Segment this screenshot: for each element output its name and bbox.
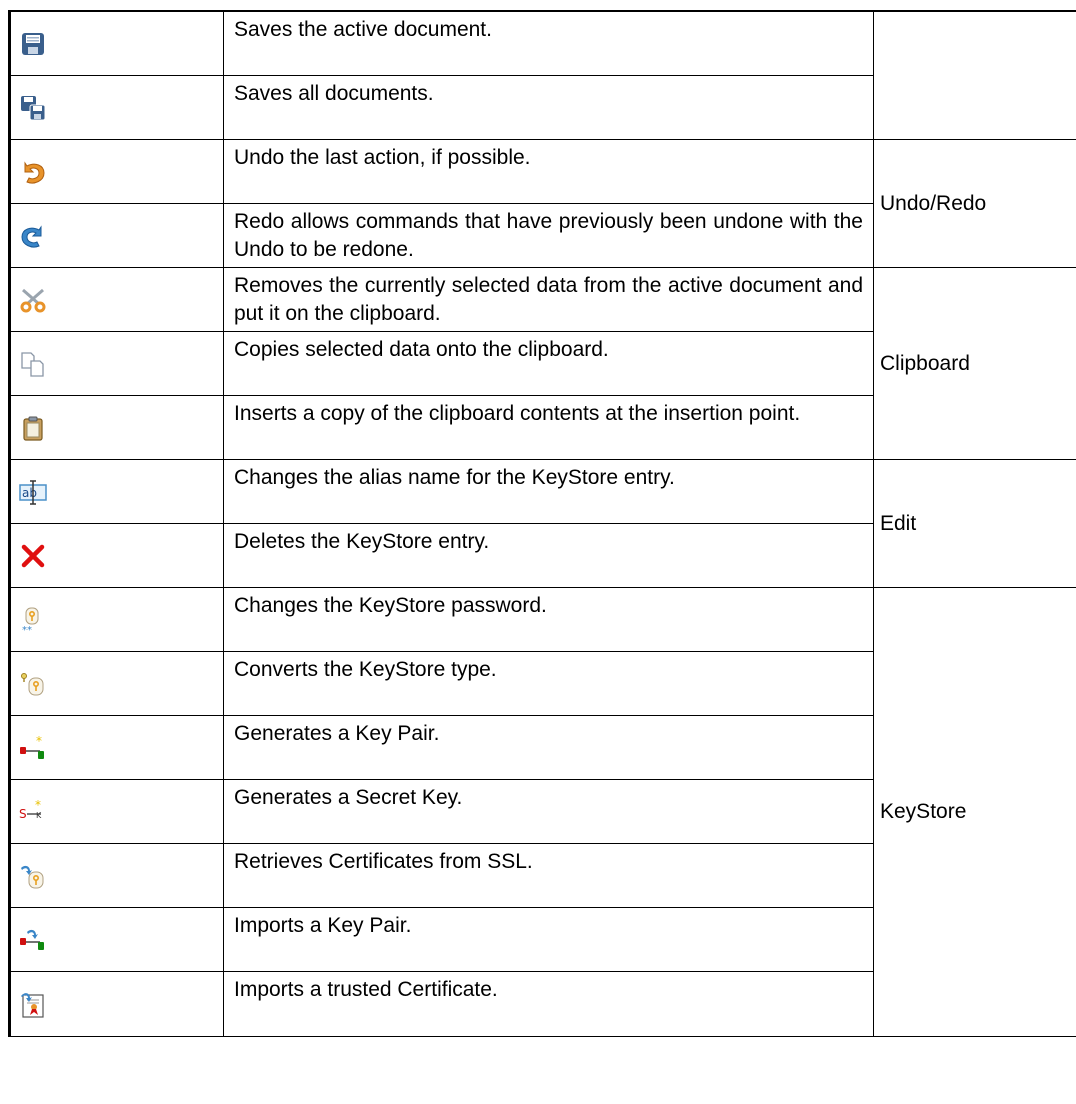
description-cell: Generates a Secret Key. — [223, 779, 874, 844]
rename-icon: ab — [19, 478, 47, 506]
import-key-pair-icon — [19, 926, 47, 954]
group-edit: Edit — [873, 459, 1076, 588]
description-cell: Changes the alias name for the KeyStore … — [223, 459, 874, 524]
svg-text:*: * — [35, 798, 41, 812]
description-cell: Changes the KeyStore password. — [223, 587, 874, 652]
copy-icon — [19, 350, 47, 378]
description-cell: Saves all documents. — [223, 75, 874, 140]
description-cell: Retrieves Certificates from SSL. — [223, 843, 874, 908]
group-file — [873, 10, 1076, 140]
table-row: ** Changes the KeyStore password. KeySto… — [9, 587, 1076, 1037]
keystore-password-icon: ** — [19, 606, 47, 634]
save-all-icon — [19, 94, 47, 122]
description-cell: Imports a Key Pair. — [223, 907, 874, 972]
delete-icon — [19, 542, 47, 570]
generate-secret-key-icon: S K * — [19, 798, 47, 826]
svg-text:K: K — [36, 811, 42, 820]
paste-icon — [19, 414, 47, 442]
table-row: Saves the active document. — [9, 10, 1076, 140]
description-cell: Deletes the KeyStore entry. — [223, 523, 874, 588]
svg-text:S: S — [19, 807, 27, 821]
group-keystore: KeyStore — [873, 587, 1076, 1037]
description-cell: Saves the active document. — [223, 10, 874, 76]
description-cell: Removes the currently selected data from… — [223, 267, 874, 332]
svg-text:ab: ab — [22, 486, 37, 500]
description-cell: Undo the last action, if possible. — [223, 139, 874, 204]
description-cell: Converts the KeyStore type. — [223, 651, 874, 716]
toolbar-actions-table: Saves the active document. Saves all doc… — [8, 10, 1076, 1037]
redo-icon — [19, 222, 47, 250]
table-row: Removes the currently selected data from… — [9, 267, 1076, 460]
description-cell: Redo allows commands that have previousl… — [223, 203, 874, 268]
undo-icon — [19, 158, 47, 186]
table-row: ab Changes the alias name for the KeySto… — [9, 459, 1076, 588]
cut-icon — [19, 286, 47, 314]
import-certificate-icon — [19, 990, 47, 1018]
table-row: Undo the last action, if possible. Undo/… — [9, 139, 1076, 268]
group-undo-redo: Undo/Redo — [873, 139, 1076, 268]
generate-key-pair-icon: * — [19, 734, 47, 762]
group-clipboard: Clipboard — [873, 267, 1076, 460]
description-cell: Copies selected data onto the clipboard. — [223, 331, 874, 396]
svg-text:*: * — [36, 734, 42, 748]
description-cell: Generates a Key Pair. — [223, 715, 874, 780]
save-icon — [19, 30, 47, 58]
svg-text:**: ** — [22, 625, 32, 634]
description-cell: Imports a trusted Certificate. — [223, 971, 874, 1037]
description-cell: Inserts a copy of the clipboard contents… — [223, 395, 874, 460]
retrieve-ssl-icon — [19, 862, 47, 890]
keystore-convert-icon — [19, 670, 47, 698]
